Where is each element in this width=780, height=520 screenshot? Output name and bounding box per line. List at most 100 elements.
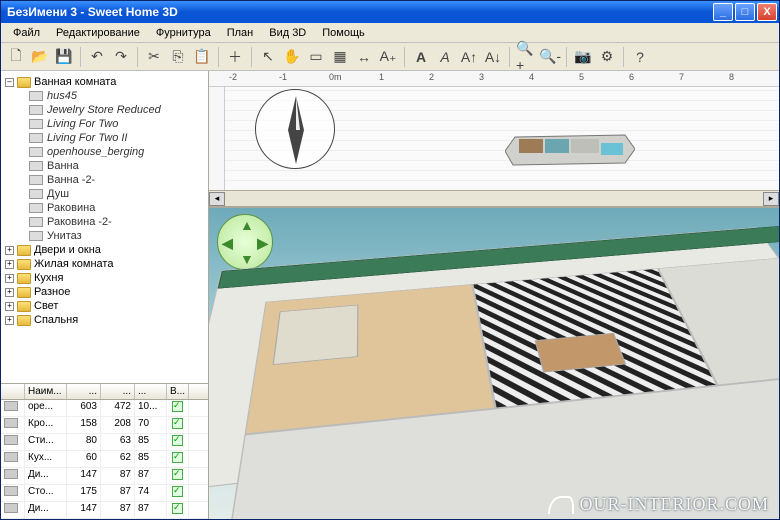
col-name[interactable]: Наим... [25, 384, 67, 399]
catalog-item[interactable]: Living For Two [5, 117, 204, 131]
furniture-table-body[interactable]: оре...60347210...Кро...15820870Сти...806… [1, 400, 208, 519]
plan-view[interactable]: -2-10m12345678 N [209, 71, 779, 207]
plan-canvas[interactable]: N [225, 87, 779, 190]
table-row[interactable]: Ди...1478787 [1, 502, 208, 519]
catalog-folder-closed[interactable]: +Спальня [5, 313, 204, 327]
plan-horizontal-scrollbar[interactable]: ◂ ▸ [209, 190, 779, 206]
room-icon[interactable]: ▦ [329, 46, 351, 68]
cell-visible[interactable] [167, 468, 189, 484]
checkmark-icon[interactable] [172, 469, 183, 480]
nav-up-icon[interactable]: ▲ [240, 217, 254, 233]
table-row[interactable]: оре...60347210... [1, 400, 208, 417]
expand-icon[interactable]: + [5, 260, 14, 269]
scroll-track[interactable] [225, 192, 763, 206]
new-icon[interactable]: 🗋 [5, 46, 27, 68]
menu-help[interactable]: Помощь [314, 25, 373, 41]
wall-icon[interactable]: ▭ [305, 46, 327, 68]
minimize-button[interactable]: _ [713, 3, 733, 21]
zoom-out-icon[interactable]: 🔍- [539, 46, 561, 68]
menu-plan[interactable]: План [219, 25, 262, 41]
cell-visible[interactable] [167, 451, 189, 467]
furniture-table-header[interactable]: Наим... ... ... ... В... [1, 383, 208, 400]
compass-icon[interactable]: N [255, 89, 335, 169]
catalog-folder-closed[interactable]: +Жилая комната [5, 257, 204, 271]
font-decrease-icon[interactable]: A↓ [482, 46, 504, 68]
text-italic-icon[interactable]: A [434, 46, 456, 68]
table-row[interactable]: Сти...806385 [1, 434, 208, 451]
checkmark-icon[interactable] [172, 452, 183, 463]
catalog-folder-closed[interactable]: +Кухня [5, 271, 204, 285]
nav-down-icon[interactable]: ▼ [240, 251, 254, 267]
menu-view3d[interactable]: Вид 3D [261, 25, 314, 41]
expand-icon[interactable]: + [5, 246, 14, 255]
pan-icon[interactable]: ✋ [281, 46, 303, 68]
cell-visible[interactable] [167, 434, 189, 450]
paste-icon[interactable]: 📋 [191, 46, 213, 68]
undo-icon[interactable]: ↶ [86, 46, 108, 68]
cut-icon[interactable]: ✂ [143, 46, 165, 68]
maximize-button[interactable]: □ [735, 3, 755, 21]
catalog-item[interactable]: Раковина [5, 201, 204, 215]
catalog-folder-closed[interactable]: +Двери и окна [5, 243, 204, 257]
nav-right-icon[interactable]: ▶ [257, 235, 268, 252]
nav-left-icon[interactable]: ◀ [222, 235, 233, 252]
catalog-item[interactable]: Раковина -2- [5, 215, 204, 229]
select-icon[interactable]: ↖ [257, 46, 279, 68]
catalog-item[interactable]: Душ [5, 187, 204, 201]
scroll-left-icon[interactable]: ◂ [209, 192, 225, 206]
menu-edit[interactable]: Редактирование [48, 25, 148, 41]
col-visible[interactable]: В... [167, 384, 189, 399]
menu-file[interactable]: Файл [5, 25, 48, 41]
catalog-tree[interactable]: – Ванная комната hus45Jewelry Store Redu… [1, 71, 208, 383]
expand-icon[interactable]: + [5, 302, 14, 311]
help-icon[interactable]: ? [629, 46, 651, 68]
view-3d[interactable]: ▲ ▼ ◀ ▶ OUR-IN [209, 207, 779, 519]
catalog-item[interactable]: Jewelry Store Reduced [5, 103, 204, 117]
table-row[interactable]: Сто...1758774 [1, 485, 208, 502]
col-a[interactable]: ... [67, 384, 101, 399]
checkmark-icon[interactable] [172, 435, 183, 446]
checkmark-icon[interactable] [172, 418, 183, 429]
open-icon[interactable]: 📂 [29, 46, 51, 68]
expand-icon[interactable]: + [5, 288, 14, 297]
text-icon[interactable]: A₊ [377, 46, 399, 68]
catalog-folder-closed[interactable]: +Свет [5, 299, 204, 313]
checkmark-icon[interactable] [172, 401, 183, 412]
catalog-item[interactable]: Living For Two II [5, 131, 204, 145]
cell-visible[interactable] [167, 400, 189, 416]
snapshot-icon[interactable]: 📷 [572, 46, 594, 68]
nav-3d-widget[interactable]: ▲ ▼ ◀ ▶ [217, 214, 273, 270]
checkmark-icon[interactable] [172, 503, 183, 514]
zoom-in-icon[interactable]: 🔍+ [515, 46, 537, 68]
cell-visible[interactable] [167, 485, 189, 501]
scroll-right-icon[interactable]: ▸ [763, 192, 779, 206]
font-increase-icon[interactable]: A↑ [458, 46, 480, 68]
redo-icon[interactable]: ↷ [110, 46, 132, 68]
table-row[interactable]: Ди...1478787 [1, 468, 208, 485]
expand-icon[interactable]: + [5, 316, 14, 325]
dimension-icon[interactable]: ↔ [353, 46, 375, 68]
table-row[interactable]: Кух...606285 [1, 451, 208, 468]
catalog-item[interactable]: openhouse_berging [5, 145, 204, 159]
checkmark-icon[interactable] [172, 486, 183, 497]
col-c[interactable]: ... [135, 384, 167, 399]
menu-furniture[interactable]: Фурнитура [148, 25, 219, 41]
copy-icon[interactable]: ⎘ [167, 46, 189, 68]
preferences-icon[interactable]: ⚙ [596, 46, 618, 68]
collapse-icon[interactable]: – [5, 78, 14, 87]
catalog-folder-closed[interactable]: +Разное [5, 285, 204, 299]
expand-icon[interactable]: + [5, 274, 14, 283]
add-furniture-icon[interactable]: ＋ [224, 46, 246, 68]
cell-visible[interactable] [167, 502, 189, 518]
close-button[interactable]: X [757, 3, 777, 21]
catalog-item[interactable]: Ванна [5, 159, 204, 173]
catalog-item[interactable]: Унитаз [5, 229, 204, 243]
save-icon[interactable]: 💾 [53, 46, 75, 68]
cell-visible[interactable] [167, 417, 189, 433]
catalog-item[interactable]: hus45 [5, 89, 204, 103]
catalog-item[interactable]: Ванна -2- [5, 173, 204, 187]
catalog-folder-open[interactable]: – Ванная комната [5, 75, 204, 89]
text-bold-icon[interactable]: A [410, 46, 432, 68]
table-row[interactable]: Кро...15820870 [1, 417, 208, 434]
col-b[interactable]: ... [101, 384, 135, 399]
